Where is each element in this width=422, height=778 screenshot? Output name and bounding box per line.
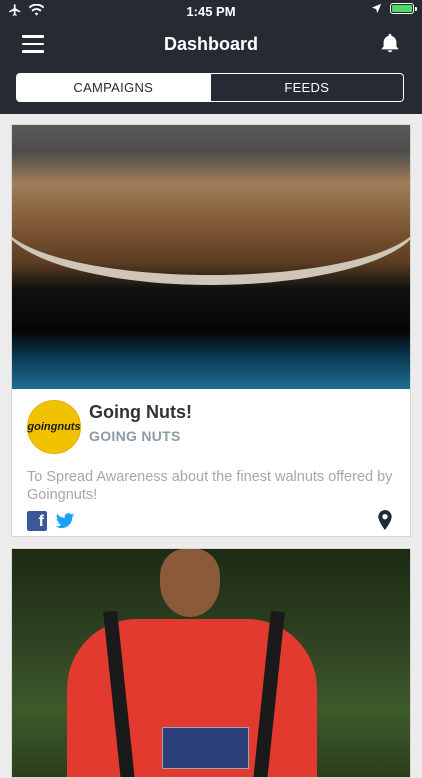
tab-campaigns[interactable]: CAMPAIGNS	[17, 74, 210, 101]
campaign-image	[12, 549, 410, 777]
location-pin-icon[interactable]	[377, 510, 393, 530]
navigation-bar: Dashboard	[0, 22, 422, 66]
status-time: 1:45 PM	[186, 4, 236, 19]
tab-feeds[interactable]: FEEDS	[209, 74, 404, 101]
status-bar: 1:45 PM	[0, 0, 422, 22]
campaign-title: Going Nuts!	[89, 402, 192, 422]
twitter-icon[interactable]	[55, 511, 75, 531]
notification-bell-icon[interactable]	[379, 30, 401, 56]
campaign-brand: GOING NUTS	[89, 428, 181, 444]
brand-logo: goingnuts	[27, 400, 81, 454]
social-links: f	[27, 511, 75, 531]
battery-icon	[390, 3, 417, 14]
campaign-description: To Spread Awareness about the finest wal…	[27, 469, 393, 503]
top-bar: 1:45 PM Dashboard CAMPAIGNS FEEDS	[0, 0, 422, 114]
campaign-card[interactable]: goingnuts Going Nuts! GOING NUTS To Spre…	[11, 124, 411, 537]
page-title: Dashboard	[163, 34, 259, 54]
facebook-icon[interactable]: f	[27, 511, 47, 531]
campaign-card[interactable]	[11, 548, 411, 778]
campaigns-feeds-segmented-control: CAMPAIGNS FEEDS	[16, 73, 404, 102]
campaign-image	[12, 125, 410, 389]
location-arrow-icon	[371, 3, 382, 14]
